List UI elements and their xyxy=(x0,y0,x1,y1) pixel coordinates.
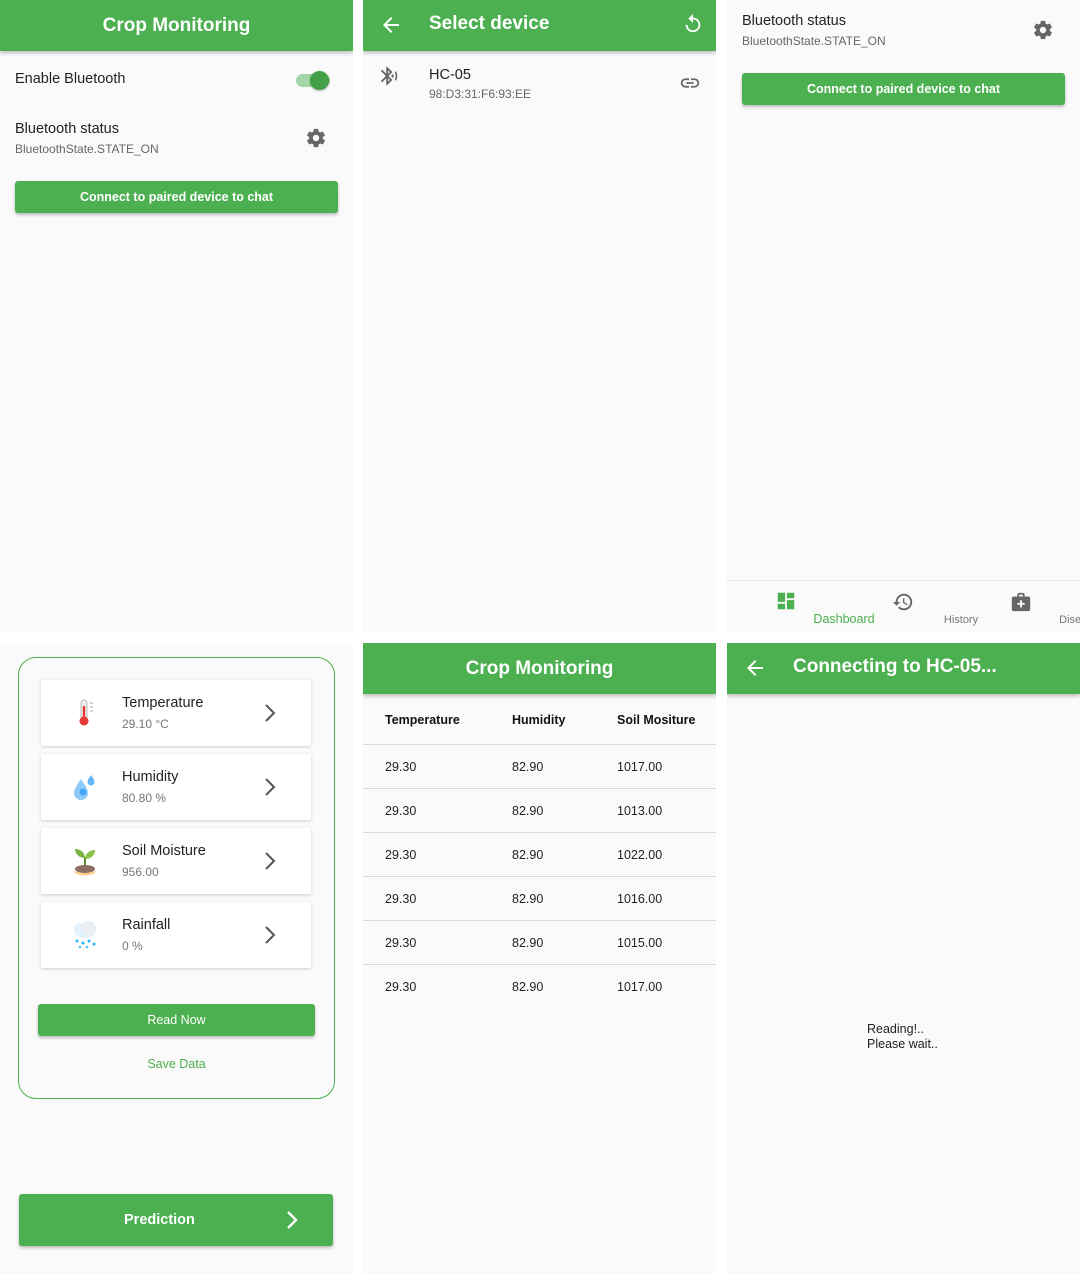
card-rainfall[interactable]: Rainfall 0 % xyxy=(41,902,311,968)
reading-message-line2: Please wait.. xyxy=(867,1037,938,1051)
refresh-icon[interactable] xyxy=(682,13,704,35)
cell-temperature: 29.30 xyxy=(385,892,417,906)
enable-bluetooth-label: Enable Bluetooth xyxy=(15,71,126,87)
thermometer-icon xyxy=(79,699,93,726)
read-now-button[interactable]: Read Now xyxy=(38,1004,315,1036)
table-row: 29.30 82.90 1022.00 xyxy=(363,832,716,876)
plant-sprout-icon xyxy=(73,849,97,876)
table-row: 29.30 82.90 1017.00 xyxy=(363,964,716,1008)
chevron-right-icon xyxy=(265,778,276,796)
bluetooth-status-value: BluetoothState.STATE_ON xyxy=(742,34,886,48)
bluetooth-icon xyxy=(380,66,398,86)
nav-label: Disease xyxy=(1059,614,1080,626)
cell-soil-moisture: 1017.00 xyxy=(617,980,663,994)
app-bar: Connecting to HC-05... xyxy=(727,643,1080,694)
cell-soil-moisture: 1015.00 xyxy=(617,936,663,950)
history-icon xyxy=(892,593,913,611)
card-value: 80.80 % xyxy=(122,791,167,805)
card-label: Humidity xyxy=(122,769,179,785)
bluetooth-status-label: Bluetooth status xyxy=(742,13,846,29)
screen-connecting: Connecting to HC-05... Reading!.. Please… xyxy=(727,643,1080,1274)
card-value: 29.10 °C xyxy=(122,717,169,731)
app-title: Crop Monitoring xyxy=(102,14,251,36)
table-row: 29.30 82.90 1016.00 xyxy=(363,876,716,920)
card-soil-moisture[interactable]: Soil Moisture 956.00 xyxy=(41,828,311,894)
cell-soil-moisture: 1022.00 xyxy=(617,848,663,862)
device-name: HC-05 xyxy=(429,67,471,83)
app-title: Select device xyxy=(429,13,550,34)
back-arrow-icon[interactable] xyxy=(743,656,767,680)
card-label: Temperature xyxy=(122,695,204,711)
cell-temperature: 29.30 xyxy=(385,804,417,818)
cell-humidity: 82.90 xyxy=(512,804,544,818)
cell-humidity: 82.90 xyxy=(512,892,544,906)
column-header-soil-moisture: Soil Mositure xyxy=(617,713,696,727)
prediction-button[interactable]: Prediction xyxy=(19,1194,333,1246)
device-address: 98:D3:31:F6:93:EE xyxy=(429,87,532,101)
back-arrow-icon[interactable] xyxy=(379,13,403,37)
bluetooth-status-value: BluetoothState.STATE_ON xyxy=(15,142,159,156)
bluetooth-status-label: Bluetooth status xyxy=(15,121,119,137)
bluetooth-toggle[interactable] xyxy=(296,71,330,90)
card-label: Soil Moisture xyxy=(122,843,206,859)
cell-humidity: 82.90 xyxy=(512,936,544,950)
cell-temperature: 29.30 xyxy=(385,980,417,994)
dashboard-icon xyxy=(777,592,795,610)
reading-message-line1: Reading!.. xyxy=(867,1022,924,1036)
connect-paired-device-button[interactable]: Connect to paired device to chat xyxy=(742,73,1065,105)
column-header-humidity: Humidity xyxy=(512,713,566,727)
card-humidity[interactable]: Humidity 80.80 % xyxy=(41,754,311,820)
app-bar: Crop Monitoring xyxy=(0,0,353,51)
gear-icon[interactable] xyxy=(305,127,327,149)
water-drops-icon xyxy=(74,775,95,800)
rain-cloud-icon xyxy=(74,921,96,949)
cell-temperature: 29.30 xyxy=(385,760,417,774)
cell-humidity: 82.90 xyxy=(512,760,544,774)
card-value: 0 % xyxy=(122,939,143,953)
table-row: 29.30 82.90 1017.00 xyxy=(363,744,716,788)
screen-sensor-readings: Temperature 29.10 °C Humidity 80.80 % So… xyxy=(0,643,353,1274)
cell-temperature: 29.30 xyxy=(385,936,417,950)
chevron-right-icon xyxy=(265,852,276,870)
screen-dashboard-bluetooth: Bluetooth status BluetoothState.STATE_ON… xyxy=(727,0,1080,633)
app-bar: Crop Monitoring xyxy=(363,643,716,694)
connect-paired-device-button[interactable]: Connect to paired device to chat xyxy=(15,181,338,213)
card-label: Rainfall xyxy=(122,917,171,933)
app-bar: Select device xyxy=(363,0,716,51)
nav-label: Dashboard xyxy=(813,612,875,626)
app-title: Crop Monitoring xyxy=(465,657,614,679)
cell-soil-moisture: 1017.00 xyxy=(617,760,663,774)
table-row: 29.30 82.90 1013.00 xyxy=(363,788,716,832)
device-list-item[interactable]: HC-05 98:D3:31:F6:93:EE xyxy=(363,58,716,108)
chevron-right-icon xyxy=(265,926,276,944)
column-header-temperature: Temperature xyxy=(385,713,460,727)
screen-select-device: Select device HC-05 98:D3:31:F6:93:EE xyxy=(363,0,716,633)
cell-soil-moisture: 1013.00 xyxy=(617,804,663,818)
cell-soil-moisture: 1016.00 xyxy=(617,892,663,906)
card-value: 956.00 xyxy=(122,865,159,879)
link-icon xyxy=(680,78,700,88)
nav-label: History xyxy=(943,614,979,626)
screen-bluetooth-settings: Crop Monitoring Enable Bluetooth Bluetoo… xyxy=(0,0,353,633)
prediction-label: Prediction xyxy=(124,1212,195,1228)
app-title: Connecting to HC-05... xyxy=(793,656,997,677)
medical-bag-icon xyxy=(1011,592,1031,612)
chevron-right-icon xyxy=(287,1211,298,1229)
table-row: 29.30 82.90 1015.00 xyxy=(363,920,716,964)
screen-history-table: Crop Monitoring Temperature Humidity Soi… xyxy=(363,643,716,1274)
cell-humidity: 82.90 xyxy=(512,980,544,994)
cell-humidity: 82.90 xyxy=(512,848,544,862)
save-data-link[interactable]: Save Data xyxy=(0,1057,353,1071)
chevron-right-icon xyxy=(265,704,276,722)
gear-icon[interactable] xyxy=(1032,19,1054,41)
card-temperature[interactable]: Temperature 29.10 °C xyxy=(41,680,311,746)
cell-temperature: 29.30 xyxy=(385,848,417,862)
